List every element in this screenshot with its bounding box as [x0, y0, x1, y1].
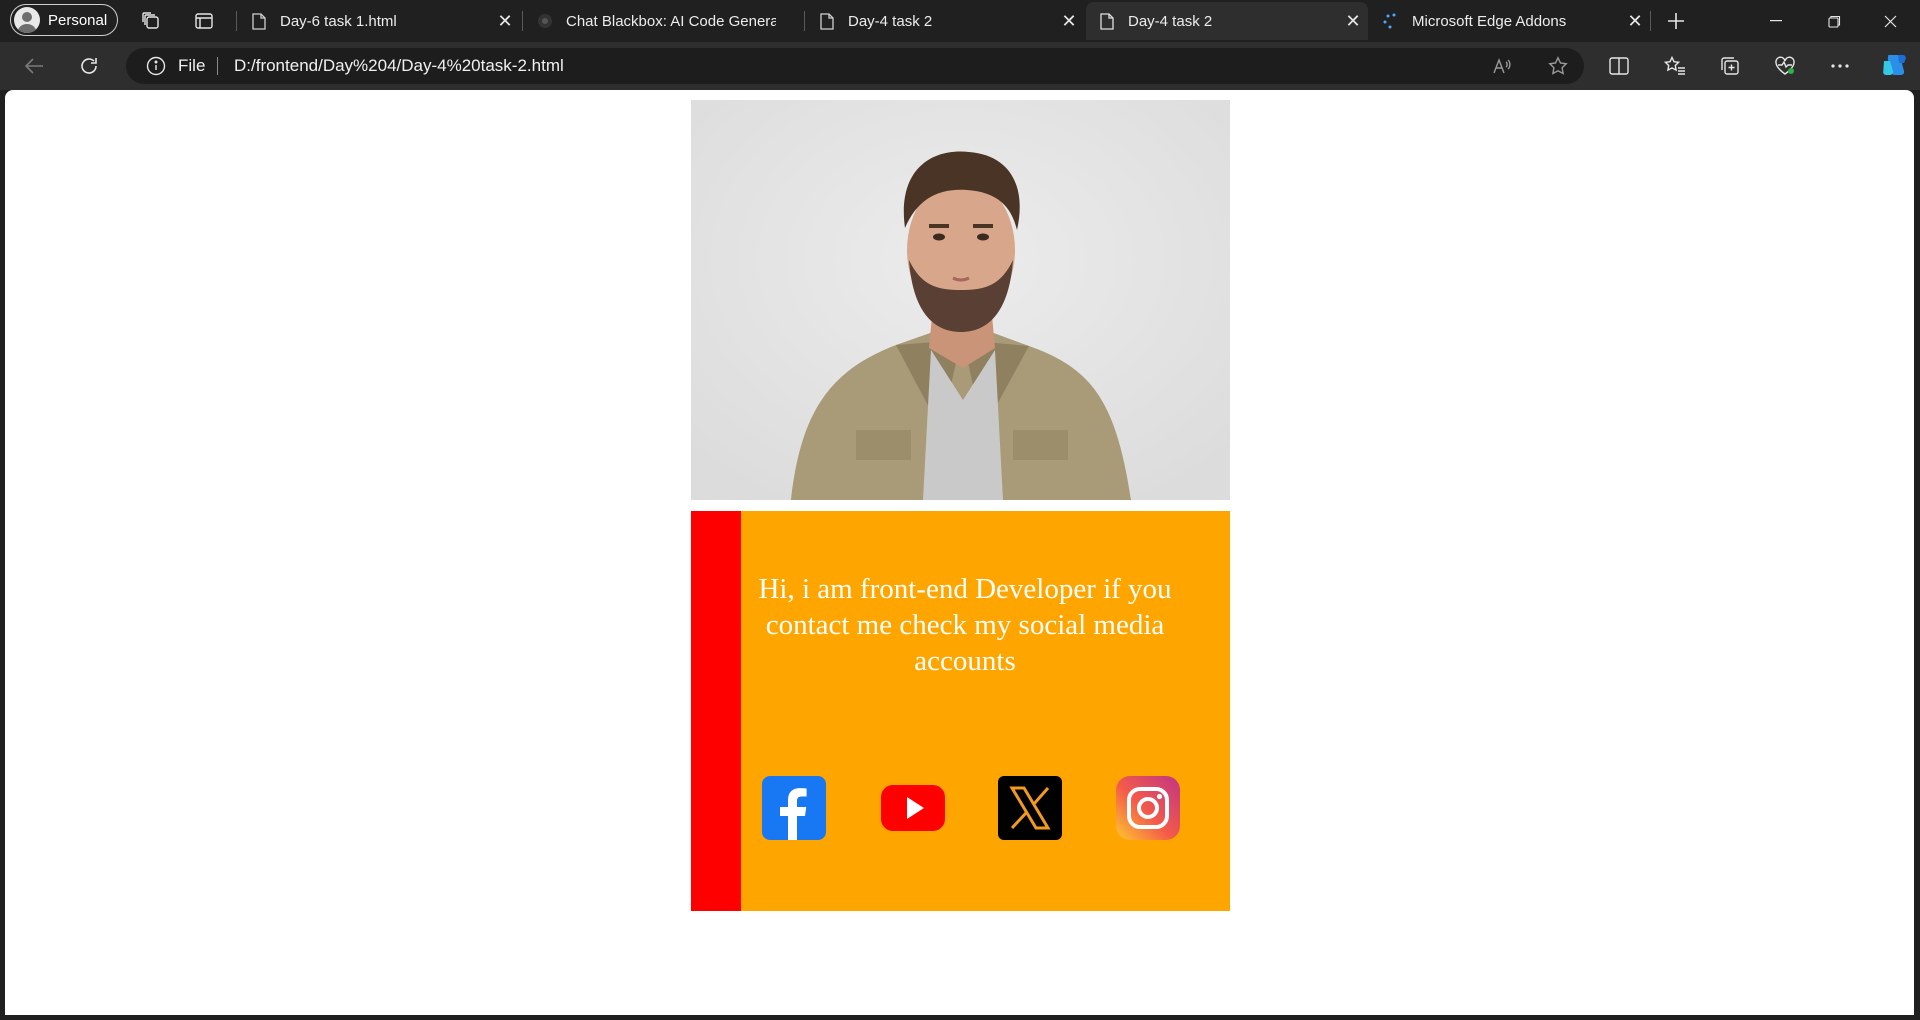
- close-icon[interactable]: ✕: [1620, 11, 1650, 32]
- browser-essentials-icon[interactable]: [1769, 50, 1801, 82]
- avatar-icon: [14, 7, 40, 33]
- x-link[interactable]: [998, 776, 1062, 840]
- omnibox-divider: [217, 57, 218, 75]
- close-window-icon[interactable]: [1862, 0, 1918, 42]
- url-text[interactable]: D:/frontend/Day%204/Day-4%20task-2.html: [234, 56, 564, 76]
- refresh-icon[interactable]: [73, 50, 105, 82]
- instagram-icon: [1116, 776, 1180, 840]
- tab-blackbox[interactable]: Chat Blackbox: AI Code Generation ✕: [524, 2, 806, 40]
- read-aloud-icon[interactable]: [1490, 54, 1514, 78]
- address-toolbar: File D:/frontend/Day%204/Day-4%20task-2.…: [0, 42, 1920, 90]
- page-viewport: Hi, i am front-end Developer if you cont…: [5, 90, 1914, 1015]
- scheme-label: File: [178, 56, 206, 75]
- favorites-icon[interactable]: [1659, 50, 1691, 82]
- contact-card: Hi, i am front-end Developer if you cont…: [691, 511, 1230, 911]
- restore-icon[interactable]: [1806, 0, 1862, 42]
- new-tab-icon[interactable]: [1664, 9, 1688, 33]
- collections-icon[interactable]: [1714, 50, 1746, 82]
- tab-edge-addons[interactable]: Microsoft Edge Addons ✕: [1370, 2, 1650, 40]
- facebook-icon: [762, 776, 826, 840]
- page-icon: [250, 12, 268, 30]
- address-bar[interactable]: File D:/frontend/Day%204/Day-4%20task-2.…: [126, 48, 1584, 84]
- copilot-icon[interactable]: [1878, 50, 1910, 82]
- tab-title: Day-6 task 1.html: [280, 12, 397, 30]
- info-icon[interactable]: [146, 56, 166, 76]
- favorite-star-icon[interactable]: [1546, 54, 1570, 78]
- page-icon: [1098, 12, 1116, 30]
- profile-label: Personal: [48, 11, 108, 29]
- youtube-icon: [881, 785, 945, 831]
- youtube-link[interactable]: [881, 776, 945, 840]
- profile-photo: [691, 100, 1230, 500]
- edge-addons-icon: [1382, 12, 1400, 30]
- profile-button[interactable]: Personal: [10, 4, 118, 36]
- tab-actions-icon[interactable]: [192, 9, 216, 33]
- tab-title: Chat Blackbox: AI Code Generation: [566, 12, 776, 30]
- blackbox-icon: [536, 12, 554, 30]
- back-icon[interactable]: [18, 50, 50, 82]
- tab-day6-task1[interactable]: Day-6 task 1.html ✕: [238, 2, 520, 40]
- split-screen-icon[interactable]: [1603, 50, 1635, 82]
- instagram-link[interactable]: [1116, 776, 1180, 840]
- tab-title: Microsoft Edge Addons: [1412, 12, 1567, 30]
- workspaces-icon[interactable]: [139, 9, 163, 33]
- tab-day4-task2-active[interactable]: Day-4 task 2 ✕: [1086, 2, 1368, 40]
- minimize-icon[interactable]: [1748, 0, 1804, 42]
- more-options-icon[interactable]: [1824, 50, 1856, 82]
- close-icon[interactable]: ✕: [1338, 11, 1368, 32]
- facebook-link[interactable]: [762, 776, 826, 840]
- close-icon[interactable]: ✕: [1054, 11, 1084, 32]
- page-icon: [818, 12, 836, 30]
- accent-stripe: [691, 511, 741, 911]
- intro-message: Hi, i am front-end Developer if you cont…: [758, 573, 1172, 677]
- close-icon[interactable]: ✕: [490, 11, 520, 32]
- tab-title: Day-4 task 2: [848, 12, 933, 30]
- tab-strip: Personal Day-6 task 1.html ✕ Chat Blackb…: [0, 0, 1920, 42]
- tab-day4-task2[interactable]: Day-4 task 2 ✕: [806, 2, 1084, 40]
- x-icon: [998, 776, 1062, 840]
- tab-title: Day-4 task 2: [1128, 12, 1213, 30]
